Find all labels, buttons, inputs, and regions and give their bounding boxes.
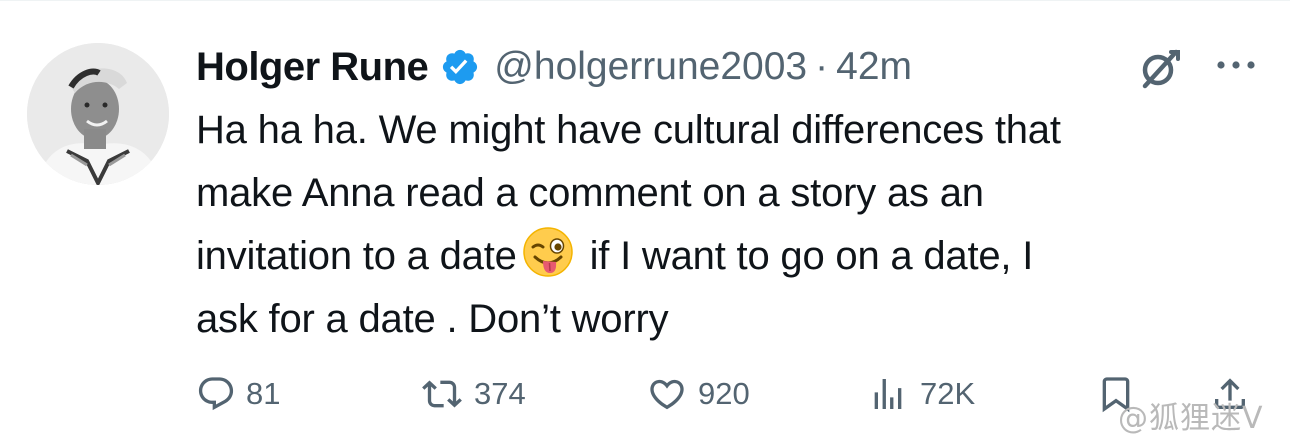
winking-tongue-emoji-icon [521, 225, 575, 279]
grok-icon[interactable] [1136, 44, 1184, 92]
tweet-line: invitation to a date if I want to go on … [196, 225, 1266, 288]
views-icon [874, 379, 902, 409]
views-count: 72K [920, 376, 976, 411]
retweet-button[interactable]: 374 [420, 369, 526, 419]
tweet-line: Ha ha ha. We might have cultural differe… [196, 108, 1061, 152]
tweet-text: Ha ha ha. We might have cultural differe… [196, 99, 1266, 351]
tweet-header: Holger Rune @holgerrune2003 · 42m [196, 39, 912, 95]
tweet-line: ask for a date . Don’t worry [196, 297, 669, 341]
separator: · [815, 45, 829, 88]
author-handle[interactable]: @holgerrune2003 [494, 45, 807, 89]
retweet-icon [422, 380, 462, 408]
tweet-line-part: invitation to a date [196, 234, 517, 278]
verified-badge-icon[interactable] [440, 47, 480, 87]
avatar-photo [27, 43, 169, 185]
author-name[interactable]: Holger Rune [196, 45, 429, 90]
timestamp[interactable]: 42m [836, 45, 912, 89]
watermark: @狐狸迷V [1118, 401, 1264, 436]
views-button[interactable]: 72K [866, 369, 975, 419]
tweet-line-part: if I want to go on a date, I [578, 234, 1034, 278]
like-button[interactable]: 920 [646, 369, 750, 419]
action-bar: 81 374 920 72K [0, 369, 1290, 419]
avatar[interactable] [27, 43, 169, 185]
tweet[interactable]: Holger Rune @holgerrune2003 · 42m Ha ha … [0, 0, 1290, 443]
more-icon[interactable] [1212, 45, 1260, 89]
heart-icon [650, 379, 684, 410]
reply-count: 81 [246, 376, 281, 411]
reply-icon [198, 377, 234, 411]
tweet-line: make Anna read a comment on a story as a… [196, 171, 984, 215]
reply-button[interactable]: 81 [196, 369, 280, 419]
like-count: 920 [698, 376, 750, 411]
retweet-count: 374 [474, 376, 526, 411]
